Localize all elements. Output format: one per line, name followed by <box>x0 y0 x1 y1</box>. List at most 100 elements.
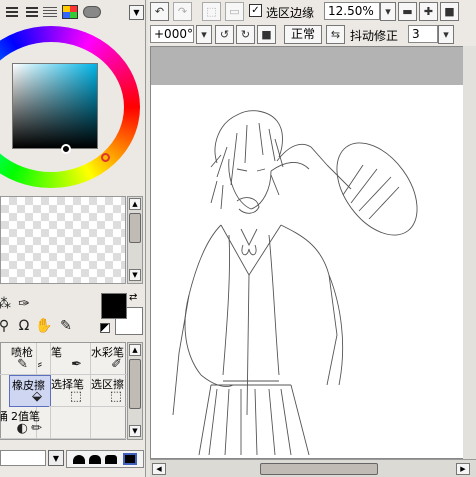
undo-button[interactable]: ↶ <box>150 2 169 21</box>
color-grid-icon <box>62 5 78 19</box>
magic-wand-icon[interactable]: ✑ <box>14 294 34 314</box>
swap-colors-icon[interactable]: ⇄ <box>129 292 137 303</box>
rotate-left-icon: ↺ <box>219 28 230 41</box>
zoom-icon[interactable]: ⚲ <box>0 316 14 336</box>
swatch-scratchpad[interactable] <box>0 196 126 284</box>
stabilizer-dropdown[interactable]: ▾ <box>438 25 454 44</box>
brush-empty-2[interactable] <box>89 407 131 439</box>
panel-toggle-3[interactable] <box>40 3 60 21</box>
invert-icon: ▭ <box>229 5 240 18</box>
selection-edge-checkbox[interactable]: ✓ <box>249 4 262 17</box>
brush-scrollbar[interactable]: ▲ ▼ <box>127 342 143 440</box>
panel-toggle-1[interactable] <box>2 3 22 21</box>
scroll-down-button[interactable]: ▼ <box>129 425 141 437</box>
scratchpad-toggle[interactable] <box>82 3 102 21</box>
binary-pen-icon: ✏ <box>31 421 42 436</box>
rotate-left-button[interactable]: ↺ <box>215 25 234 44</box>
pen-icon: ✒ <box>71 357 82 372</box>
rotate-right-button[interactable]: ↻ <box>236 25 255 44</box>
blend-mode-select[interactable] <box>0 450 46 466</box>
canvas-horizontal-scrollbar[interactable]: ◀ ▶ <box>150 459 476 477</box>
rotation-reset-button[interactable]: ■ <box>257 25 276 44</box>
brush-select-eraser[interactable]: 选区擦 ⬚ <box>89 375 131 407</box>
airbrush-icon: ⸗ <box>37 357 42 372</box>
scroll-left-button[interactable]: ◀ <box>152 463 166 475</box>
reset-icon: ■ <box>261 28 272 41</box>
rotate-right-icon: ↻ <box>240 28 251 41</box>
hand-icon[interactable]: ✋ <box>34 316 54 336</box>
toggle-icon <box>83 6 101 18</box>
redo-button[interactable]: ↷ <box>173 2 192 21</box>
watercolor-icon: ✐ <box>111 357 122 372</box>
stabilizer-label: 抖动修正 <box>350 29 399 43</box>
scroll-right-button[interactable]: ▶ <box>456 463 470 475</box>
canvas-area[interactable] <box>150 46 476 459</box>
select-pen-icon: ⬚ <box>69 389 82 404</box>
chevron-down-icon: ▾ <box>385 5 391 18</box>
brush-select-pen[interactable]: 选择笔 ⬚ <box>49 375 91 407</box>
brush-binary-pen[interactable]: 2值笔 ✏ <box>9 407 51 439</box>
panel-menu-button[interactable]: ▼ <box>129 5 144 20</box>
panel-toggle-2[interactable] <box>22 3 42 21</box>
lineart-drawing <box>172 110 418 456</box>
invert-selection-button[interactable]: ▭ <box>225 2 244 21</box>
flip-horizontal-button[interactable]: ⇆ <box>326 25 345 44</box>
select-tool-icon[interactable]: ⁂ <box>0 294 14 314</box>
scroll-up-button[interactable]: ▲ <box>129 344 141 356</box>
zoom-field[interactable]: 12.50% <box>324 2 380 20</box>
brush-label: 喷枪 <box>11 346 33 359</box>
zoom-out-button[interactable]: ▬ <box>398 2 417 21</box>
bars-icon <box>26 7 38 17</box>
rotation-dropdown[interactable]: ▾ <box>196 25 212 44</box>
hue-picker-marker[interactable] <box>101 153 110 162</box>
brush-label: 涌 <box>0 408 8 424</box>
flip-icon: ⇆ <box>330 28 341 41</box>
stabilizer-field[interactable]: 3 <box>408 25 438 43</box>
color-grid-toggle[interactable] <box>60 3 80 21</box>
brush-pen[interactable]: 笔 ✒ <box>49 343 91 375</box>
select-eraser-icon: ⬚ <box>109 389 122 404</box>
scroll-thumb[interactable] <box>129 213 141 243</box>
brush-watercolor[interactable]: 水彩笔 ✐ <box>89 343 131 375</box>
zoom-in-button[interactable]: ✚ <box>419 2 438 21</box>
blend-mode-button[interactable]: 正常 <box>284 25 322 44</box>
sv-picker-marker[interactable] <box>61 144 71 154</box>
soft-shape-icon[interactable] <box>89 455 101 464</box>
round-shape-icon[interactable] <box>73 455 85 464</box>
rotate-icon[interactable]: Ω <box>14 316 34 336</box>
brush-empty-1[interactable] <box>49 407 91 439</box>
brush-label: 笔 <box>51 346 62 359</box>
scroll-thumb[interactable] <box>260 463 378 475</box>
canvas-right-edge <box>463 46 476 459</box>
medium-shape-icon[interactable] <box>105 455 117 464</box>
minus-icon: ▬ <box>402 5 413 18</box>
eyedropper-icon[interactable]: ✎ <box>56 316 76 336</box>
brush-eraser[interactable]: 橡皮擦 ⬙ <box>9 375 51 407</box>
scroll-thumb[interactable] <box>129 359 141 409</box>
tool-icons: ⁂ ✑ ⚲ Ω ✋ ✎ <box>0 290 100 340</box>
scroll-down-button[interactable]: ▼ <box>129 269 141 281</box>
list-icon <box>43 7 57 17</box>
foreground-color[interactable] <box>101 293 127 319</box>
swatch-scrollbar[interactable]: ▲ ▼ <box>127 196 143 284</box>
brush-airbrush[interactable]: 喷枪 ⸗ <box>9 343 51 375</box>
check-mark: ✓ <box>251 5 260 16</box>
eraser-icon: ⬙ <box>32 389 42 404</box>
scroll-up-button[interactable]: ▲ <box>129 198 141 210</box>
flat-shape-icon[interactable] <box>123 453 137 465</box>
canvas-background-strip <box>151 47 476 85</box>
selection-edge-label: 选区边缘 <box>266 6 315 20</box>
chevron-down-icon: ▼ <box>52 453 60 463</box>
saturation-value-square[interactable] <box>12 63 98 149</box>
bars-icon <box>6 7 18 17</box>
brush-shape-selector[interactable] <box>66 450 144 468</box>
brush-settings-bar: ▼ <box>0 446 146 470</box>
zoom-dropdown[interactable]: ▾ <box>380 2 396 21</box>
zoom-reset-button[interactable]: ■ <box>440 2 459 21</box>
rotation-field[interactable]: +000° <box>150 25 194 43</box>
reset-colors-icon[interactable] <box>100 323 110 333</box>
color-panel-toolbar: ▼ <box>0 0 146 24</box>
deselect-button[interactable]: ⬚ <box>202 2 221 21</box>
canvas-toolbar: ↶ ↷ ⬚ ▭ ✓ 选区边缘 12.50% ▾ ▬ ✚ ■ +000° ▾ ↺ … <box>148 0 476 46</box>
blend-mode-dropdown[interactable]: ▼ <box>48 450 64 466</box>
